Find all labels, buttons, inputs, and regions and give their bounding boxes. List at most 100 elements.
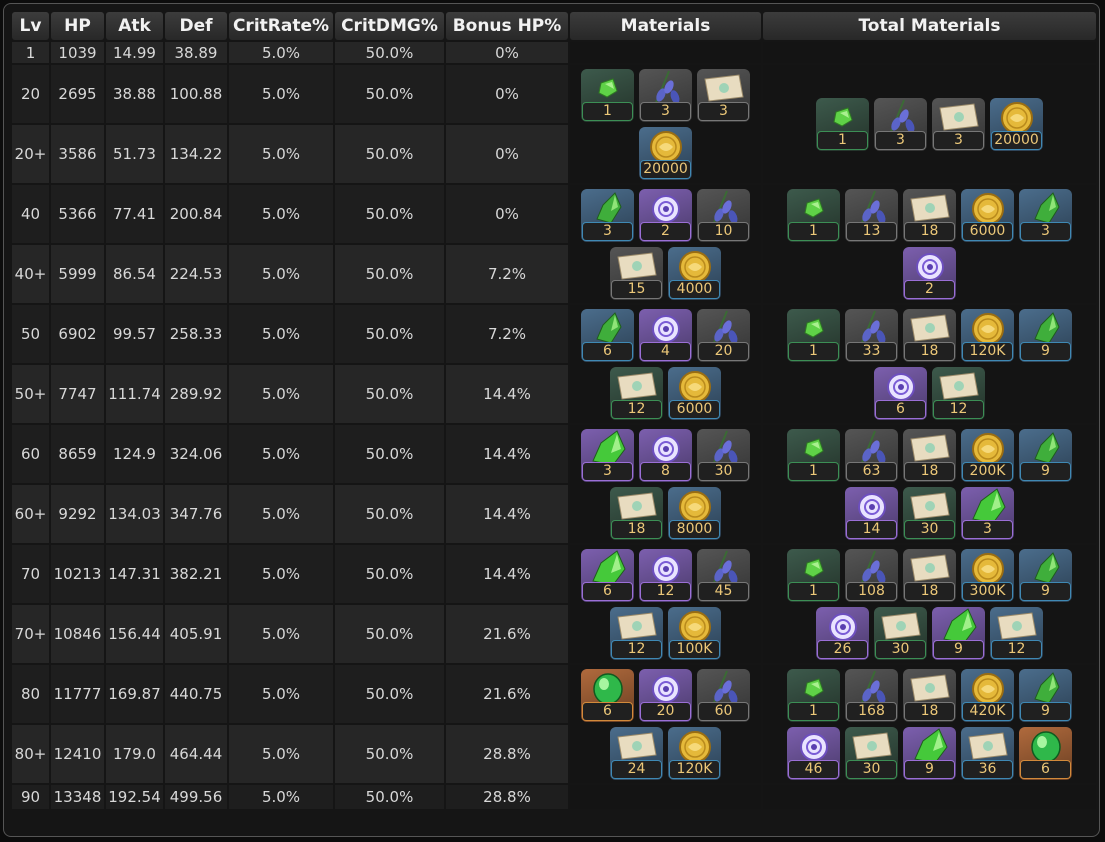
material-item[interactable]: 4	[639, 308, 692, 362]
material-item[interactable]: 1	[816, 97, 869, 151]
scroll-icon	[617, 371, 657, 400]
material-item[interactable]: 20	[639, 668, 692, 722]
material-item[interactable]: 30	[903, 486, 956, 540]
material-item[interactable]: 26	[816, 606, 869, 660]
mora-coin-icon	[972, 312, 1004, 345]
material-item[interactable]: 18	[903, 308, 956, 362]
material-item[interactable]: 24	[610, 726, 663, 780]
material-item[interactable]: 15	[610, 246, 663, 300]
material-item[interactable]: 4000	[668, 246, 721, 300]
material-item[interactable]: 9	[932, 606, 985, 660]
material-item[interactable]: 36	[961, 726, 1014, 780]
material-item[interactable]: 1	[787, 668, 840, 722]
material-item[interactable]: 6	[581, 548, 634, 602]
material-item[interactable]: 3	[874, 97, 927, 151]
material-item[interactable]: 1	[787, 308, 840, 362]
material-item[interactable]: 30	[697, 428, 750, 482]
material-quantity: 1	[789, 702, 838, 720]
material-item[interactable]: 30	[874, 606, 927, 660]
material-item[interactable]: 9	[1019, 668, 1072, 722]
material-item[interactable]: 1	[581, 68, 634, 122]
material-item[interactable]: 12	[610, 606, 663, 660]
material-item[interactable]: 12	[610, 366, 663, 420]
material-item[interactable]: 3	[961, 486, 1014, 540]
cell-level: 60	[12, 425, 49, 483]
cell-hp: 9292	[51, 485, 104, 543]
cell-hp: 5999	[51, 245, 104, 303]
material-item[interactable]: 6000	[668, 366, 721, 420]
specialty-flower-icon	[712, 310, 738, 345]
material-quantity: 36	[963, 760, 1012, 778]
material-item[interactable]: 45	[697, 548, 750, 602]
material-item[interactable]: 18	[610, 486, 663, 540]
material-item[interactable]: 2	[639, 188, 692, 242]
material-item[interactable]: 108	[845, 548, 898, 602]
material-item[interactable]: 3	[1019, 188, 1072, 242]
material-item[interactable]: 9	[903, 726, 956, 780]
material-quantity: 20000	[992, 131, 1041, 149]
material-item[interactable]: 420K	[961, 668, 1014, 722]
scroll-icon	[704, 73, 744, 102]
material-item[interactable]: 120K	[668, 726, 721, 780]
material-item[interactable]: 20	[697, 308, 750, 362]
material-item[interactable]: 168	[845, 668, 898, 722]
total-materials-cell-empty	[763, 785, 1096, 809]
material-item[interactable]: 18	[903, 428, 956, 482]
material-item[interactable]: 13	[845, 188, 898, 242]
material-item[interactable]: 18	[903, 188, 956, 242]
material-item[interactable]: 10	[697, 188, 750, 242]
material-item[interactable]: 3	[697, 68, 750, 122]
materials-cell: 1 3 3 20000	[763, 65, 1096, 183]
boss-core-icon	[652, 314, 680, 343]
material-item[interactable]: 20000	[990, 97, 1043, 151]
material-item[interactable]: 18	[903, 668, 956, 722]
material-item[interactable]: 2	[903, 246, 956, 300]
cell-bonus-hp: 7.2%	[446, 305, 568, 363]
material-item[interactable]: 9	[1019, 428, 1072, 482]
material-item[interactable]: 100K	[668, 606, 721, 660]
cell-bonus-hp: 0%	[446, 42, 568, 63]
material-quantity: 6000	[670, 400, 719, 418]
material-item[interactable]: 6	[581, 668, 634, 722]
material-quantity: 9	[1021, 462, 1070, 480]
material-item[interactable]: 9	[1019, 308, 1072, 362]
material-item[interactable]: 18	[903, 548, 956, 602]
boss-core-icon	[652, 554, 680, 583]
material-item[interactable]: 6000	[961, 188, 1014, 242]
material-item[interactable]: 120K	[961, 308, 1014, 362]
material-item[interactable]: 6	[1019, 726, 1072, 780]
material-item[interactable]: 1	[787, 428, 840, 482]
material-item[interactable]: 60	[697, 668, 750, 722]
material-item[interactable]: 6	[874, 366, 927, 420]
material-item[interactable]: 6	[581, 308, 634, 362]
material-item[interactable]: 63	[845, 428, 898, 482]
material-item[interactable]: 3	[932, 97, 985, 151]
mora-coin-icon	[1001, 101, 1033, 134]
material-item[interactable]: 46	[787, 726, 840, 780]
material-item[interactable]: 1	[787, 548, 840, 602]
material-item[interactable]: 12	[932, 366, 985, 420]
material-item[interactable]: 12	[639, 548, 692, 602]
material-quantity: 1	[583, 102, 632, 120]
material-item[interactable]: 14	[845, 486, 898, 540]
material-item[interactable]: 30	[845, 726, 898, 780]
material-item[interactable]: 3	[639, 68, 692, 122]
material-item[interactable]: 9	[1019, 548, 1072, 602]
material-quantity: 9	[1021, 342, 1070, 360]
material-quantity: 18	[905, 222, 954, 240]
material-item[interactable]: 200K	[961, 428, 1014, 482]
material-item[interactable]: 3	[581, 188, 634, 242]
material-item[interactable]: 3	[581, 428, 634, 482]
mora-coin-icon	[972, 672, 1004, 705]
material-item[interactable]: 8	[639, 428, 692, 482]
material-quantity: 2	[641, 222, 690, 240]
material-item[interactable]: 33	[845, 308, 898, 362]
material-item[interactable]: 8000	[668, 486, 721, 540]
material-item[interactable]: 1	[787, 188, 840, 242]
material-item[interactable]: 20000	[639, 126, 692, 180]
col-header-crit-rate: CritRate%	[229, 12, 333, 40]
material-quantity: 120K	[670, 760, 719, 778]
material-item[interactable]: 12	[990, 606, 1043, 660]
cell-atk: 192.54	[106, 785, 163, 809]
material-item[interactable]: 300K	[961, 548, 1014, 602]
